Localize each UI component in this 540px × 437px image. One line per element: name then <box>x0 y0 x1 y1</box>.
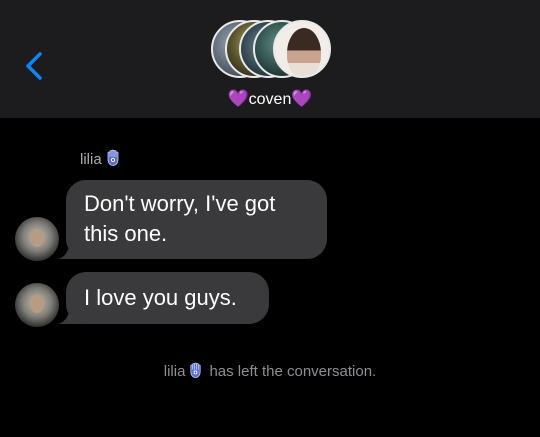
hamsa-icon <box>107 149 119 166</box>
group-member-avatar <box>273 20 331 78</box>
message-text-line: this one. <box>84 221 168 246</box>
sender-avatar[interactable] <box>15 217 59 261</box>
system-notice: lilia has left the conversation. <box>0 362 540 380</box>
group-avatars[interactable] <box>211 20 331 82</box>
message-text-line: Don't worry, I've got <box>84 191 276 216</box>
message-bubble[interactable]: I love you guys. <box>66 272 269 324</box>
sender-avatar[interactable] <box>15 283 59 327</box>
sender-label: lilia <box>80 149 121 168</box>
system-text: has left the conversation. <box>209 363 377 380</box>
message-bubble[interactable]: Don't worry, I've got this one. <box>66 180 327 259</box>
group-title[interactable]: 💜coven💜 <box>0 88 540 111</box>
system-name: lilia <box>163 363 186 380</box>
conversation-header: 💜coven💜 <box>0 0 540 118</box>
group-name: coven <box>248 91 292 108</box>
purple-heart-icon: 💜 <box>291 89 313 108</box>
hamsa-icon <box>190 362 202 378</box>
purple-heart-icon: 💜 <box>227 89 249 108</box>
message-text: I love you guys. <box>84 285 237 310</box>
sender-name: lilia <box>80 151 102 168</box>
chevron-left-icon[interactable] <box>18 48 52 84</box>
